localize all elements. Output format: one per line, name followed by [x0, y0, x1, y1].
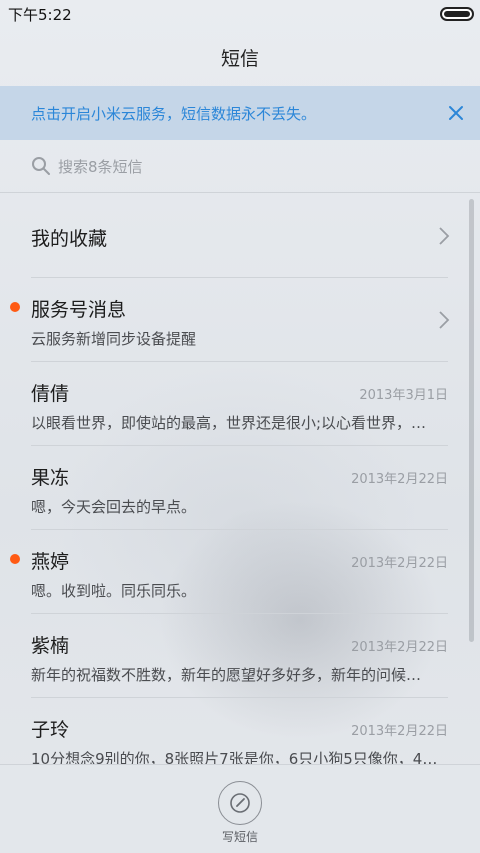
contact-name: 燕婷 [31, 551, 70, 573]
unread-dot [10, 554, 20, 564]
contact-name: 服务号消息 [31, 299, 127, 321]
battery-icon [440, 7, 474, 21]
compose-label[interactable]: 写短信 [0, 828, 480, 845]
contact-name: 紫楠 [31, 635, 70, 657]
message-date: 2013年3月1日 [359, 388, 448, 403]
status-bar: 下午5:22 [0, 0, 480, 28]
conversation-item[interactable]: 果冻 2013年2月22日 嗯，今天会回去的早点。 [0, 446, 480, 530]
message-date: 2013年2月22日 [351, 472, 448, 487]
page-title: 短信 [220, 47, 259, 70]
message-snippet: 以眼看世界，即使站的最高，世界还是很小;以心看世界，… [31, 414, 427, 432]
scrollbar[interactable] [469, 199, 474, 642]
message-snippet: 新年的祝福数不胜数，新年的愿望好多好多，新年的问候… [31, 666, 422, 684]
compose-button[interactable] [218, 781, 262, 825]
message-date: 2013年2月22日 [351, 640, 448, 655]
conversation-item[interactable]: 倩倩 2013年3月1日 以眼看世界，即使站的最高，世界还是很小;以心看世界，… [0, 362, 480, 446]
contact-name: 倩倩 [31, 383, 70, 405]
cloud-service-banner[interactable]: 点击开启小米云服务，短信数据永不丢失。 [0, 86, 480, 140]
conversation-list: 我的收藏 服务号消息 云服务新增同步设备提醒 倩倩 2013年3月1日 以眼看世… [0, 194, 480, 782]
conversation-item[interactable]: 服务号消息 云服务新增同步设备提醒 [0, 278, 480, 362]
chevron-right-icon [439, 227, 450, 245]
favorites-item[interactable]: 我的收藏 [0, 194, 480, 278]
message-date: 2013年2月22日 [351, 556, 448, 571]
search-bar[interactable]: 搜索8条短信 [0, 140, 480, 193]
close-icon[interactable] [446, 103, 466, 123]
conversation-item[interactable]: 燕婷 2013年2月22日 嗯。收到啦。同乐同乐。 [0, 530, 480, 614]
search-icon [32, 157, 50, 175]
favorites-label: 我的收藏 [31, 228, 108, 250]
message-snippet: 嗯。收到啦。同乐同乐。 [31, 582, 197, 600]
chevron-right-icon [439, 311, 450, 329]
bottom-bar: 写短信 [0, 764, 480, 853]
contact-name: 果冻 [31, 467, 70, 489]
search-input[interactable]: 搜索8条短信 [58, 156, 143, 177]
message-date: 2013年2月22日 [351, 724, 448, 739]
conversation-item[interactable]: 紫楠 2013年2月22日 新年的祝福数不胜数，新年的愿望好多好多，新年的问候… [0, 614, 480, 698]
unread-dot [10, 302, 20, 312]
contact-name: 子玲 [31, 719, 70, 741]
message-snippet: 云服务新增同步设备提醒 [31, 330, 197, 348]
status-time: 下午5:22 [8, 6, 72, 24]
title-bar: 短信 [0, 28, 480, 86]
banner-text[interactable]: 点击开启小米云服务，短信数据永不丢失。 [31, 103, 316, 124]
message-snippet: 嗯，今天会回去的早点。 [31, 498, 197, 516]
compose-icon [230, 793, 250, 813]
